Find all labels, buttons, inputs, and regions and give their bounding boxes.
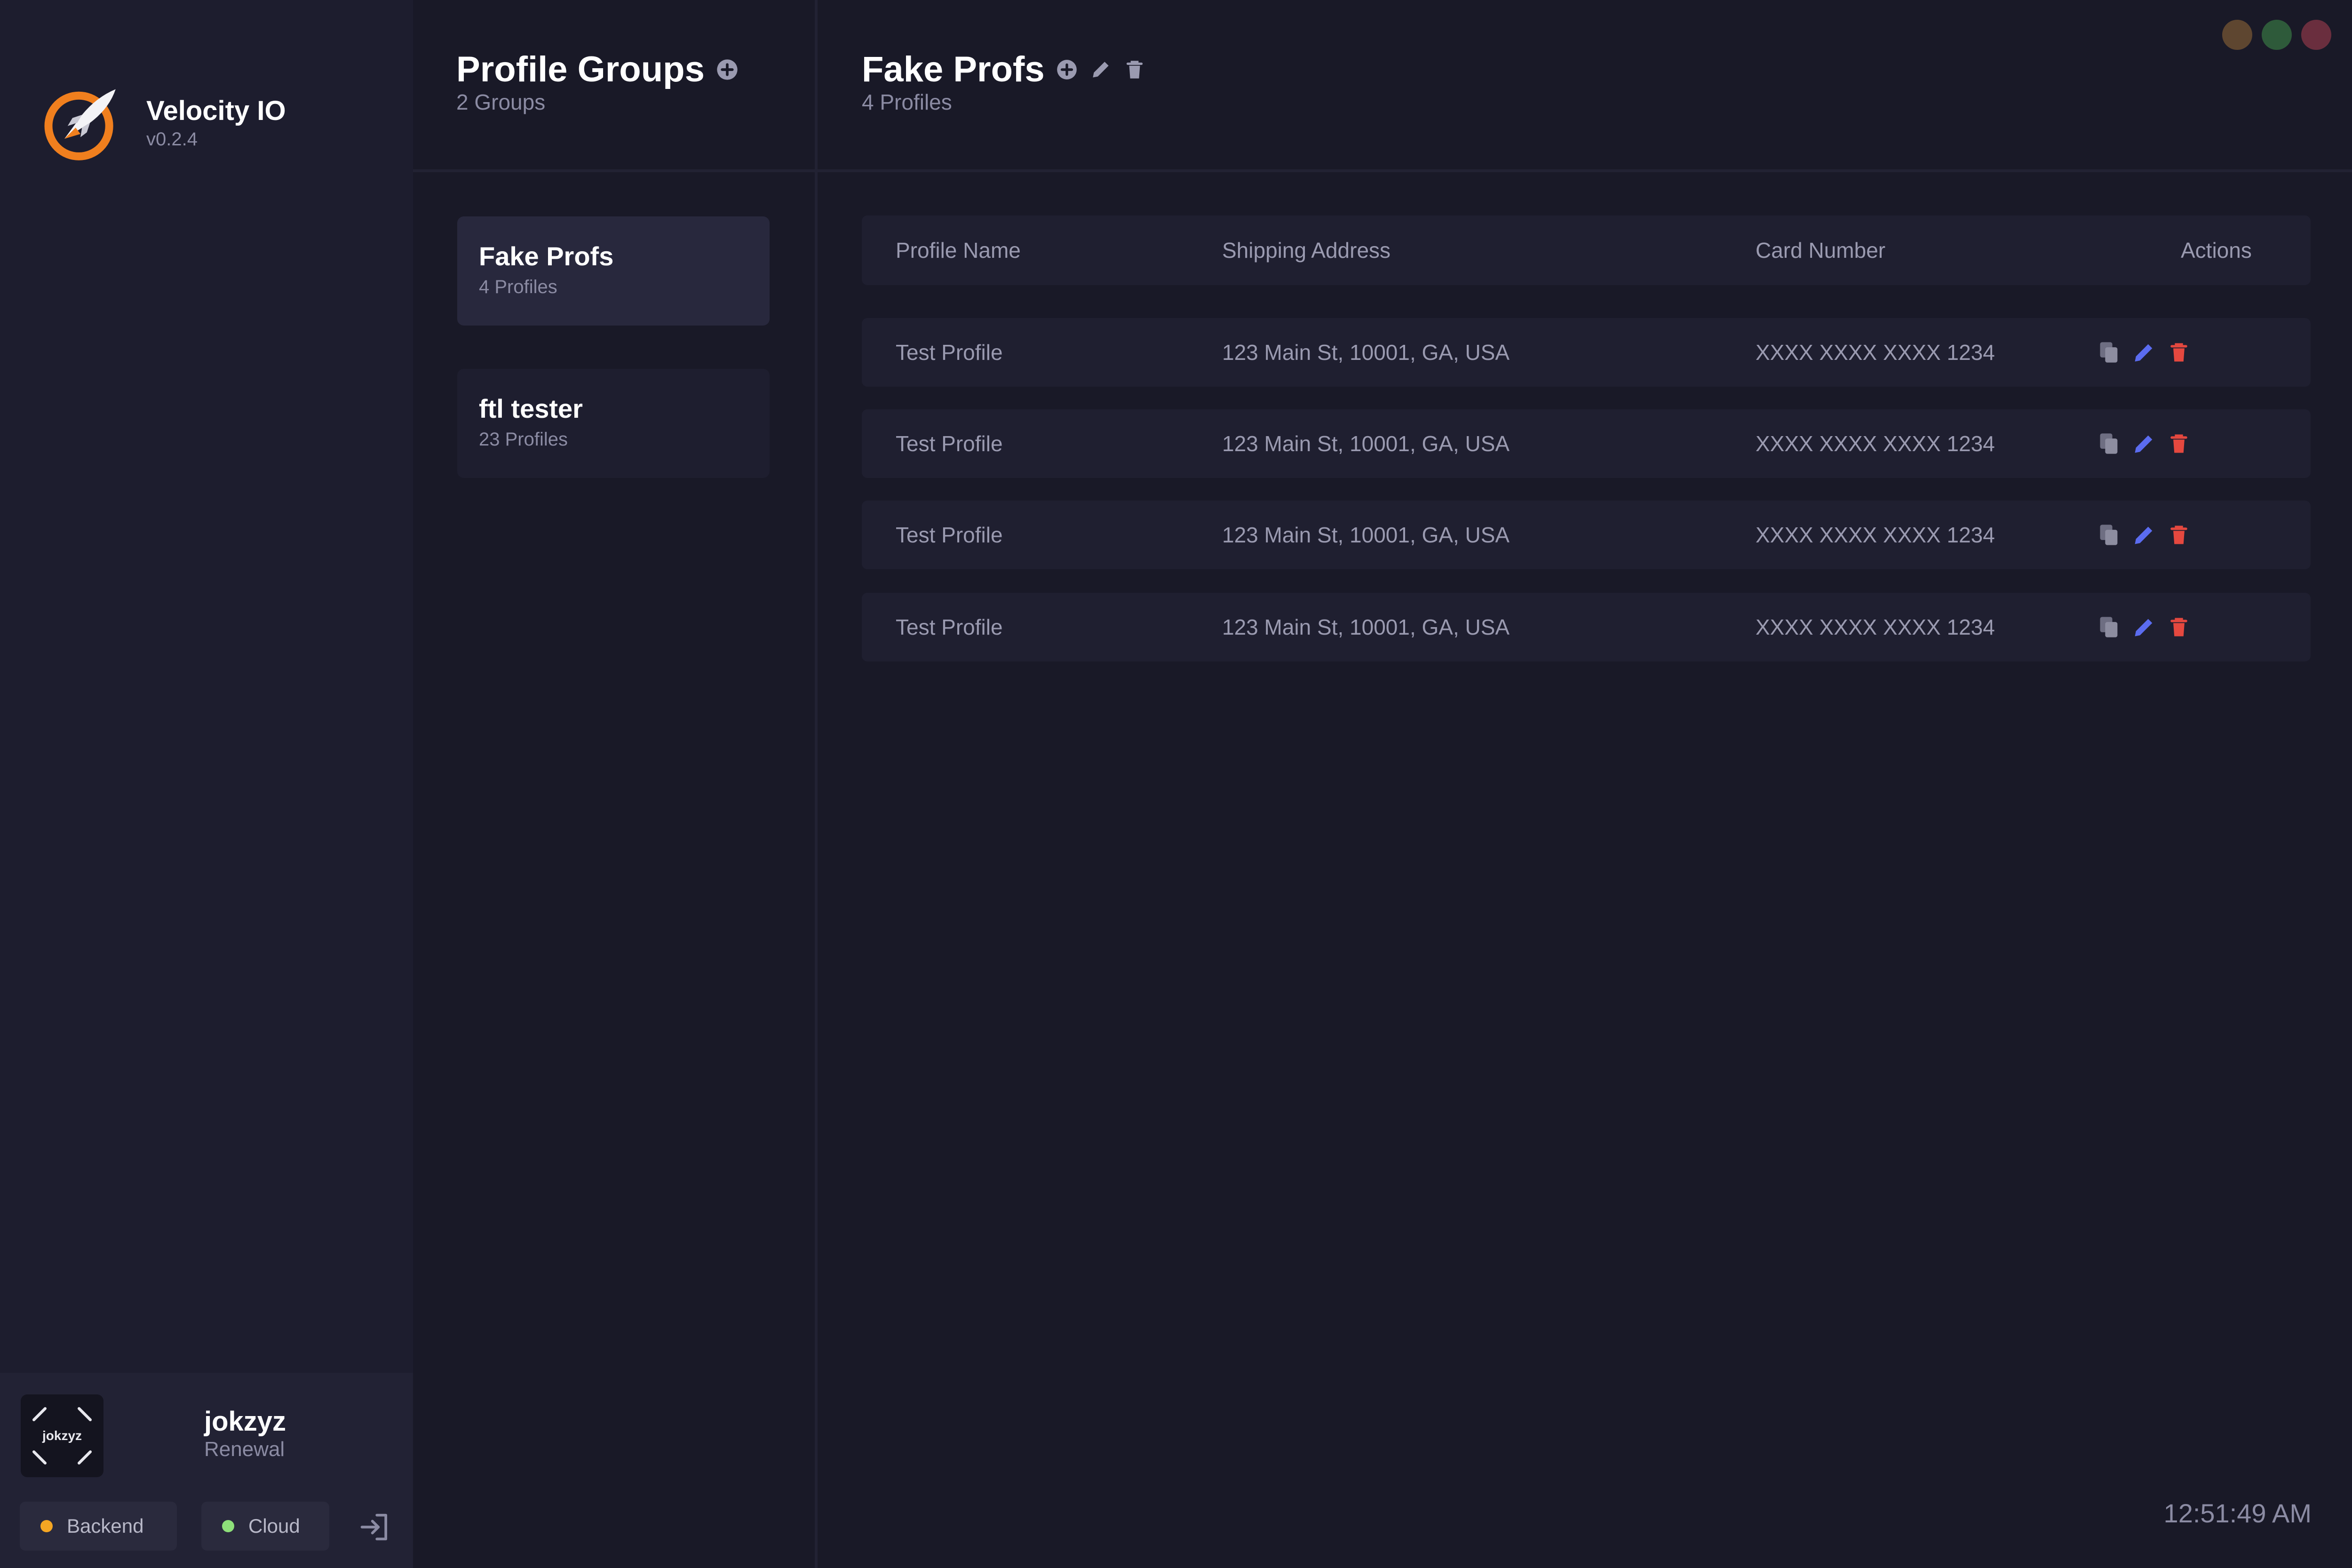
groups-header: Profile Groups 2 Groups	[413, 0, 815, 172]
table-row[interactable]: Test Profile 123 Main St, 10001, GA, USA…	[862, 409, 2311, 478]
edit-icon[interactable]	[2132, 430, 2156, 457]
profile-name-cell: Test Profile	[896, 523, 1003, 547]
avatar[interactable]: jokzyz	[21, 1394, 103, 1477]
copy-icon[interactable]	[2097, 521, 2122, 549]
group-item-fake-profs[interactable]: Fake Profs 4 Profiles	[457, 216, 770, 326]
shipping-address-cell: 123 Main St, 10001, GA, USA	[1222, 431, 1510, 456]
logout-icon[interactable]	[358, 1509, 393, 1545]
profile-groups-panel: Profile Groups 2 Groups Fake Profs 4 Pro…	[413, 0, 818, 1568]
card-number-cell: XXXX XXXX XXXX 1234	[1756, 523, 1995, 547]
shipping-address-cell: 123 Main St, 10001, GA, USA	[1222, 615, 1510, 639]
backend-status-dot-icon	[40, 1520, 53, 1532]
app-version: v0.2.4	[146, 129, 198, 150]
backend-status-label: Backend	[67, 1515, 144, 1537]
profile-name-cell: Test Profile	[896, 340, 1003, 365]
close-button[interactable]	[2301, 20, 2331, 50]
group-item-ftl-tester[interactable]: ftl tester 23 Profiles	[457, 369, 770, 478]
copy-icon[interactable]	[2097, 339, 2122, 366]
column-header-shipping-address: Shipping Address	[1222, 238, 1391, 263]
add-group-icon[interactable]	[715, 57, 739, 82]
delete-icon[interactable]	[2167, 339, 2191, 366]
profile-name-cell: Test Profile	[896, 615, 1003, 639]
groups-count: 2 Groups	[456, 90, 546, 114]
cloud-status-label: Cloud	[248, 1515, 300, 1537]
edit-icon[interactable]	[2132, 613, 2156, 641]
row-actions	[2097, 409, 2191, 478]
edit-icon[interactable]	[2132, 339, 2156, 366]
shipping-address-cell: 123 Main St, 10001, GA, USA	[1222, 523, 1510, 547]
brand: Velocity IO v0.2.4	[40, 83, 286, 163]
plan-label: Renewal	[204, 1438, 285, 1461]
edit-icon[interactable]	[2132, 521, 2156, 549]
profile-name-cell: Test Profile	[896, 431, 1003, 456]
delete-icon[interactable]	[2167, 613, 2191, 641]
maximize-button[interactable]	[2262, 20, 2292, 50]
username: jokzyz	[204, 1406, 286, 1437]
copy-icon[interactable]	[2097, 430, 2122, 457]
app-name: Velocity IO	[146, 96, 286, 126]
table-header: Profile Name Shipping Address Card Numbe…	[862, 215, 2311, 285]
delete-icon[interactable]	[2167, 430, 2191, 457]
cloud-status-badge: Cloud	[201, 1502, 329, 1551]
window-controls	[2222, 20, 2331, 50]
table-row[interactable]: Test Profile 123 Main St, 10001, GA, USA…	[862, 318, 2311, 387]
groups-title: Profile Groups	[456, 49, 705, 89]
profiles-count: 4 Profiles	[862, 90, 952, 114]
card-number-cell: XXXX XXXX XXXX 1234	[1756, 431, 1995, 456]
row-actions	[2097, 318, 2191, 387]
group-name: ftl tester	[479, 394, 583, 423]
table-row[interactable]: Test Profile 123 Main St, 10001, GA, USA…	[862, 593, 2311, 661]
card-number-cell: XXXX XXXX XXXX 1234	[1756, 340, 1995, 365]
cloud-status-dot-icon	[222, 1520, 234, 1532]
shipping-address-cell: 123 Main St, 10001, GA, USA	[1222, 340, 1510, 365]
delete-icon[interactable]	[2167, 521, 2191, 549]
edit-group-icon[interactable]	[1089, 58, 1112, 81]
table-row[interactable]: Test Profile 123 Main St, 10001, GA, USA…	[862, 501, 2311, 569]
group-profile-count: 4 Profiles	[479, 277, 557, 297]
profiles-panel: Fake Profs 4 Profiles Profile Name Shipp…	[818, 0, 2352, 1568]
column-header-actions: Actions	[2181, 238, 2252, 263]
backend-status-badge: Backend	[20, 1502, 177, 1551]
group-profile-count: 23 Profiles	[479, 429, 568, 450]
group-name: Fake Profs	[479, 241, 614, 271]
group-title: Fake Profs	[862, 49, 1045, 89]
add-profile-icon[interactable]	[1055, 58, 1079, 81]
rocket-logo-icon	[44, 89, 116, 160]
column-header-profile-name: Profile Name	[896, 238, 1021, 263]
delete-group-icon[interactable]	[1123, 58, 1146, 81]
minimize-button[interactable]	[2222, 20, 2252, 50]
column-header-card-number: Card Number	[1756, 238, 1886, 263]
sidebar: Velocity IO v0.2.4 jokzyz jokzyz Renewal…	[0, 0, 413, 1568]
row-actions	[2097, 501, 2191, 569]
avatar-label: jokzyz	[42, 1428, 82, 1443]
clock: 12:51:49 AM	[2163, 1498, 2312, 1528]
copy-icon[interactable]	[2097, 613, 2122, 641]
user-panel: jokzyz jokzyz Renewal Backend Cloud	[0, 1373, 413, 1568]
profiles-header: Fake Profs 4 Profiles	[818, 0, 2352, 172]
row-actions	[2097, 593, 2191, 661]
card-number-cell: XXXX XXXX XXXX 1234	[1756, 615, 1995, 639]
